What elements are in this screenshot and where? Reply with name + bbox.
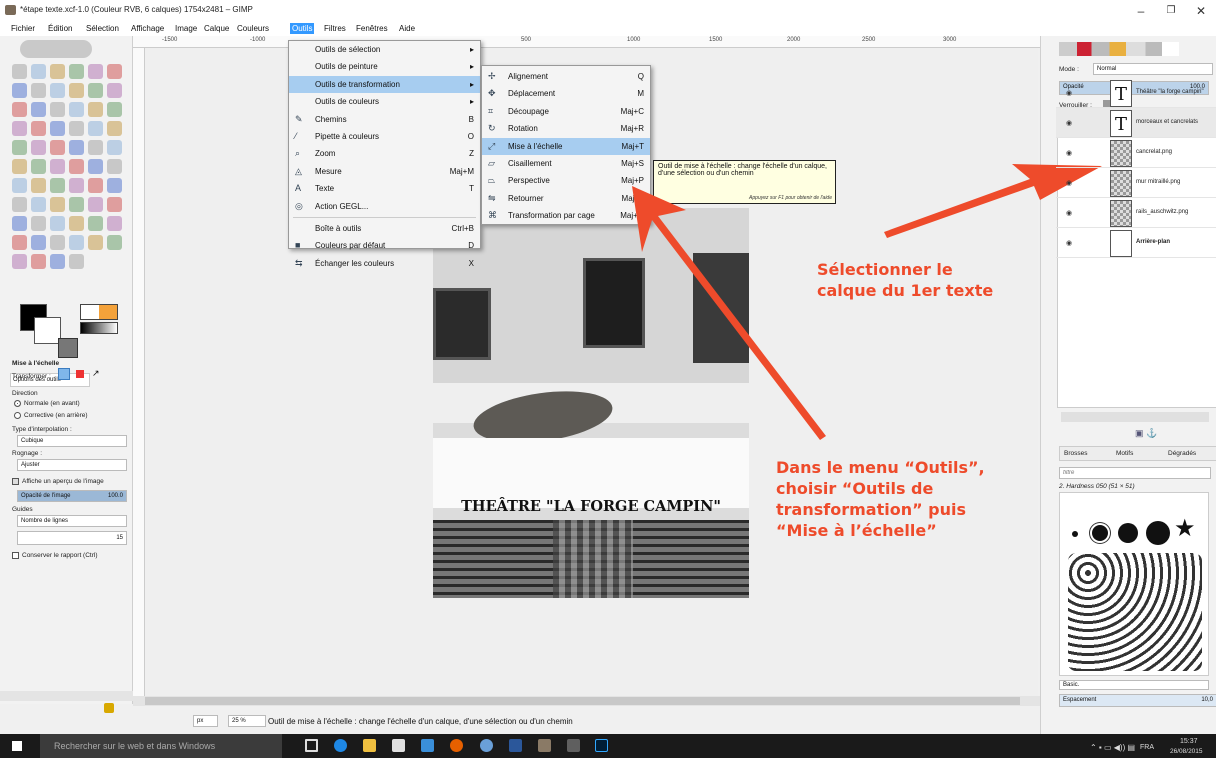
firefox-icon[interactable]: [450, 739, 463, 752]
store-icon[interactable]: [392, 739, 405, 752]
system-tray: ⌃ ▪ ▭ ◀)) ▤ FRA 15:37 26/08/2015: [1088, 738, 1216, 758]
tray-icons[interactable]: ⌃ ▪ ▭ ◀)) ▤: [1090, 743, 1135, 752]
layer-row[interactable]: ◉ Arrière-plan: [1056, 228, 1216, 258]
photoshop-icon[interactable]: [595, 739, 608, 752]
visibility-eye-icon[interactable]: ◉: [1066, 119, 1072, 127]
layer-name: mur mitraillé.png: [1136, 179, 1181, 185]
gimp-taskbar-icon[interactable]: [538, 739, 551, 752]
layer-thumbnail: [1110, 140, 1132, 167]
language-indicator[interactable]: FRA: [1140, 744, 1154, 751]
layer-name: morceaux et cancrelats: [1136, 119, 1199, 125]
layer-thumbnail: [1110, 200, 1132, 227]
annotation-line: calque du 1er texte: [817, 281, 994, 300]
arrow-to-menu: [632, 186, 826, 440]
file-explorer-icon[interactable]: [363, 739, 376, 752]
annotation-line: Dans le menu “Outils”,: [776, 458, 985, 477]
task-view-icon[interactable]: [305, 739, 318, 752]
app-icon[interactable]: [567, 739, 580, 752]
layer-row[interactable]: ◉ cancrelat.png: [1056, 138, 1216, 168]
layer-row[interactable]: ◉ mur mitraillé.png: [1056, 168, 1216, 198]
layer-thumbnail: [1110, 230, 1132, 257]
visibility-eye-icon[interactable]: ◉: [1066, 209, 1072, 217]
visibility-eye-icon[interactable]: ◉: [1066, 89, 1072, 97]
visibility-eye-icon[interactable]: ◉: [1066, 149, 1072, 157]
annotation-line: Sélectionner le: [817, 260, 953, 279]
annotation-menu-path: Dans le menu “Outils”, choisir “Outils d…: [776, 457, 985, 541]
layer-thumbnail: T: [1110, 110, 1132, 137]
layer-name: cancrelat.png: [1136, 149, 1173, 155]
layer-thumbnail: [1110, 170, 1132, 197]
layer-thumbnail: T: [1110, 80, 1132, 107]
layer-row[interactable]: ◉ rails_auschwitz.png: [1056, 198, 1216, 228]
layer-row[interactable]: ◉ T Théâtre "la forge campin": [1056, 78, 1216, 108]
annotation-select-layer: Sélectionner le calque du 1er texte: [817, 259, 993, 301]
layer-name: Arrière-plan: [1136, 239, 1171, 245]
annotation-line: choisir “Outils de: [776, 479, 934, 498]
taskbar-search[interactable]: Rechercher sur le web et dans Windows: [40, 734, 282, 758]
app-icon[interactable]: [480, 739, 493, 752]
visibility-eye-icon[interactable]: ◉: [1066, 179, 1072, 187]
clock-date[interactable]: 26/08/2015: [1170, 748, 1203, 755]
layer-name: Théâtre "la forge campin": [1136, 89, 1204, 95]
layer-row[interactable]: ◉ Tmorceaux et cancrelats: [1056, 108, 1216, 138]
clock-time[interactable]: 15:37: [1180, 738, 1198, 745]
layer-name: rails_auschwitz.png: [1136, 209, 1189, 215]
visibility-eye-icon[interactable]: ◉: [1066, 239, 1072, 247]
annotation-arrows: [632, 164, 1102, 440]
annotation-line: “Mise à l’échelle”: [776, 521, 937, 540]
app-icon[interactable]: [421, 739, 434, 752]
windows-start-icon[interactable]: [12, 741, 22, 751]
edge-browser-icon[interactable]: [334, 739, 347, 752]
word-icon[interactable]: [509, 739, 522, 752]
annotation-line: transformation” puis: [776, 500, 967, 519]
